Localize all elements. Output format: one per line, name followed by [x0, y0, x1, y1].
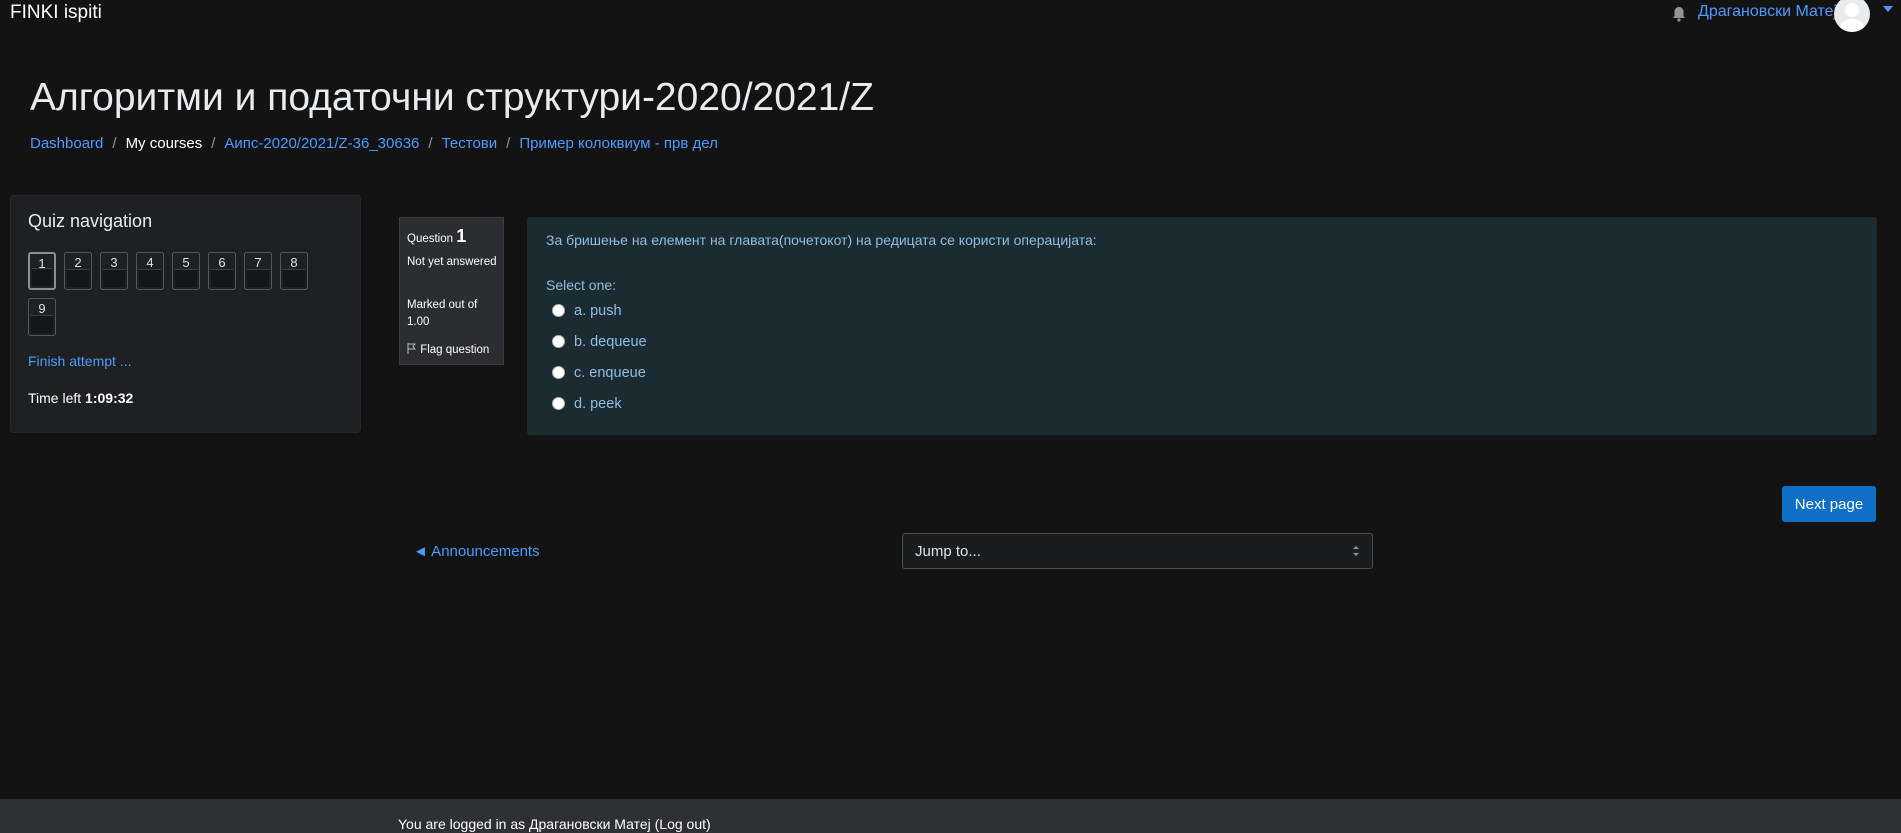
- time-left-value: 1:09:32: [85, 390, 134, 406]
- breadcrumb-separator: /: [211, 135, 216, 152]
- answer-label-b[interactable]: b. dequeue: [574, 334, 647, 350]
- page-footer: You are logged in as Драгановски Матеј (…: [0, 799, 1901, 833]
- bell-icon[interactable]: [1670, 5, 1688, 23]
- question-button-7[interactable]: 7: [244, 252, 272, 290]
- question-number-value: 1: [456, 226, 467, 246]
- answer-label-c[interactable]: c. enqueue: [574, 365, 646, 381]
- select-one-prompt: Select one:: [546, 277, 617, 293]
- user-menu-name[interactable]: Драгановски Матеј: [1698, 3, 1837, 21]
- quiz-navigation-panel: Quiz navigation 1 2 3 4 5 6 7 8 9 Finish…: [10, 195, 361, 433]
- question-button-8[interactable]: 8: [280, 252, 308, 290]
- jump-to-value: Jump to...: [915, 543, 981, 560]
- question-button-number: 2: [74, 255, 82, 270]
- select-arrows-icon: [1353, 546, 1359, 556]
- question-number: Question 1: [407, 226, 466, 247]
- breadcrumb-separator: /: [428, 135, 433, 152]
- question-button-5[interactable]: 5: [172, 252, 200, 290]
- flag-question-label: Flag question: [420, 344, 490, 356]
- user-silhouette-icon: [1840, 3, 1864, 32]
- question-button-number: 5: [182, 255, 190, 270]
- question-state: Not yet answered: [407, 256, 497, 268]
- question-info-box: Question 1 Not yet answered Marked out o…: [399, 217, 504, 365]
- question-button-number: 7: [254, 255, 262, 270]
- previous-activity-link[interactable]: ◄ Announcements: [413, 543, 540, 560]
- top-navbar: FINKI ispiti Драгановски Матеј: [0, 0, 1901, 32]
- quiz-navigation-title: Quiz navigation: [28, 211, 153, 231]
- breadcrumb: Dashboard / My courses / Аипс-2020/2021/Z-36…: [30, 135, 718, 152]
- breadcrumb-my-courses: My courses: [125, 135, 203, 152]
- question-content: За бришење на елемент на главата(почеток…: [527, 217, 1877, 435]
- flag-question-button[interactable]: Flag question: [407, 343, 489, 356]
- question-button-3[interactable]: 3: [100, 252, 128, 290]
- jump-to-select[interactable]: Jump to...: [902, 533, 1373, 569]
- page-title: Алгоритми и податочни структури-2020/202…: [30, 76, 874, 119]
- question-button-number: 6: [218, 255, 226, 270]
- avatar[interactable]: [1834, 0, 1870, 32]
- finish-attempt-link[interactable]: Finish attempt ...: [28, 353, 131, 369]
- question-grade: Marked out of 1.00: [407, 299, 478, 328]
- time-left-label: Time left: [28, 390, 82, 406]
- question-text: За бришење на елемент на главата(почеток…: [546, 232, 1097, 248]
- question-button-9[interactable]: 9: [28, 298, 56, 336]
- logged-in-text: You are logged in as Драгановски Матеј (…: [398, 816, 711, 832]
- question-button-2[interactable]: 2: [64, 252, 92, 290]
- time-left: Time left 1:09:32: [28, 390, 133, 406]
- answer-radio-d[interactable]: [552, 397, 565, 410]
- breadcrumb-course[interactable]: Аипс-2020/2021/Z-36_30636: [224, 135, 419, 152]
- question-label: Question: [407, 233, 454, 245]
- answer-radio-b[interactable]: [552, 335, 565, 348]
- question-button-4[interactable]: 4: [136, 252, 164, 290]
- breadcrumb-quiz[interactable]: Пример колоквиум - прв дел: [519, 135, 718, 152]
- breadcrumb-section[interactable]: Тестови: [442, 135, 498, 152]
- answer-label-d[interactable]: d. peek: [574, 396, 622, 412]
- breadcrumb-separator: /: [112, 135, 117, 152]
- flag-icon: [407, 343, 417, 354]
- site-brand[interactable]: FINKI ispiti: [10, 2, 102, 24]
- breadcrumb-dashboard[interactable]: Dashboard: [30, 135, 103, 152]
- question-button-number: 4: [146, 255, 154, 270]
- question-button-1[interactable]: 1: [28, 252, 56, 290]
- next-page-button[interactable]: Next page: [1782, 486, 1876, 522]
- question-button-number: 8: [290, 255, 298, 270]
- question-button-number: 9: [38, 301, 46, 316]
- question-button-6[interactable]: 6: [208, 252, 236, 290]
- chevron-down-icon[interactable]: [1883, 6, 1893, 12]
- answer-radio-c[interactable]: [552, 366, 565, 379]
- question-button-number: 3: [110, 255, 118, 270]
- answer-radio-a[interactable]: [552, 304, 565, 317]
- breadcrumb-separator: /: [506, 135, 511, 152]
- answer-label-a[interactable]: a. push: [574, 303, 622, 319]
